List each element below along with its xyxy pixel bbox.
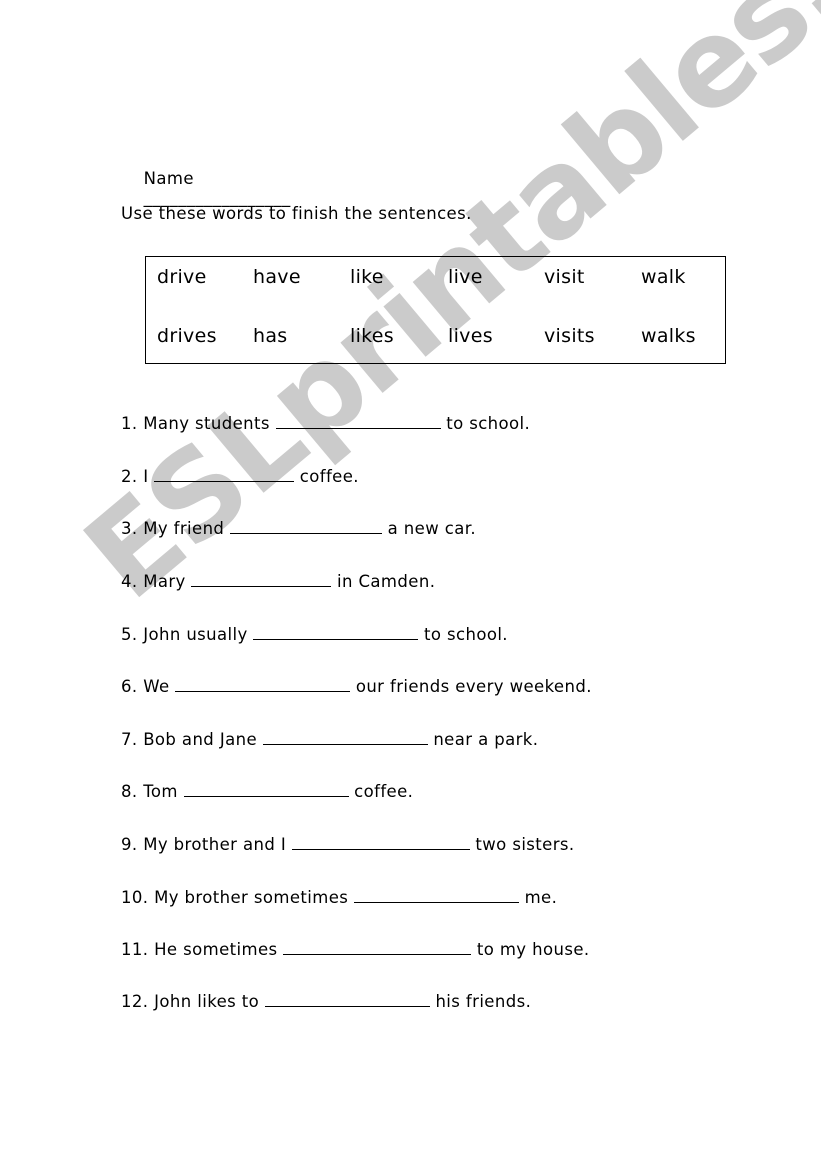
- watermark-text: ESLprintables.com: [60, 0, 821, 627]
- worksheet-page: Name _________________ Use these words t…: [0, 0, 821, 1169]
- watermark-layer: ESLprintables.com: [0, 0, 821, 1169]
